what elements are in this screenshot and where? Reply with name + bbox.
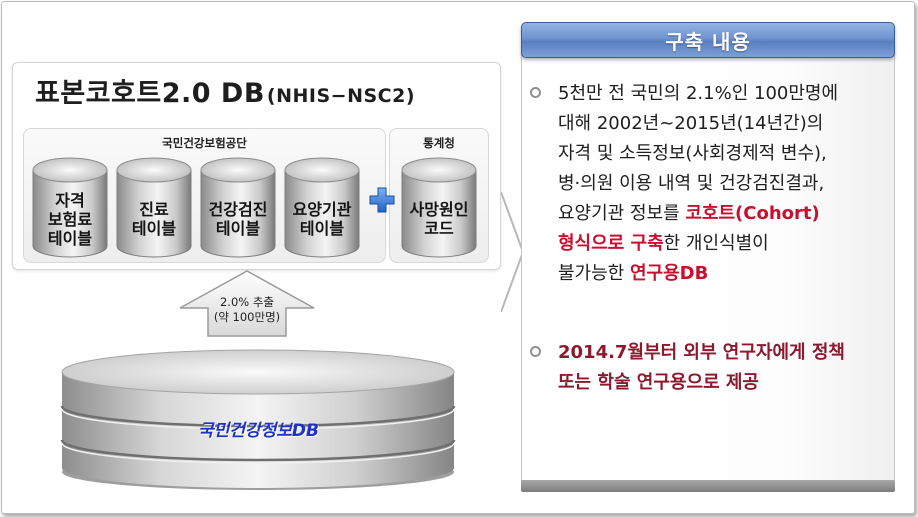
- plus-icon: [369, 187, 395, 213]
- bullet-text: 5천만 전 국민의 2.1%인 100만명에 대해 2002년~2015년(14…: [558, 79, 838, 289]
- highlight-text: 코호트(Cohort): [685, 203, 820, 224]
- bullet-icon: [530, 87, 541, 98]
- db-table-1: 진료 테이블: [115, 156, 193, 259]
- source-db-label: 국민건강정보DB: [198, 421, 319, 441]
- bullet1-text-part: 요양기관 정보를: [558, 203, 686, 224]
- bullet2-line: 2014.7월부터 외부 연구자에게 정책: [558, 342, 845, 363]
- database-table-label: 진료 테이블: [131, 200, 177, 238]
- content-body: 5천만 전 국민의 2.1%인 100만명에 대해 2002년~2015년(14…: [521, 32, 895, 487]
- slide-frame: 표본코호트2.0 DB (NHIS−NSC2) 국민건강보험공단 통계청 자격 보…: [1, 1, 915, 514]
- title-main: 표본코호트2.0 DB: [35, 78, 265, 109]
- bullet1-line: 병·의원 이용 내역 및 건강검진결과,: [558, 173, 825, 194]
- bullet1-text-part: 한 개인식별이: [663, 233, 769, 254]
- cohort-db-panel: 표본코호트2.0 DB (NHIS−NSC2) 국민건강보험공단 통계청 자격 보…: [12, 62, 501, 270]
- highlight-text: 형식으로 구축: [558, 233, 664, 254]
- bullet1-line: 5천만 전 국민의 2.1%인 100만명에: [558, 83, 839, 104]
- database-table-label: 요양기관 테이블: [292, 200, 352, 238]
- extract-ratio-line1: 2.0% 추출: [219, 295, 275, 309]
- extract-ratio-label: 2.0% 추출 (약 100만명): [192, 295, 302, 325]
- bullet2-line: 또는 학술 연구용으로 제공: [558, 372, 759, 393]
- highlight-text: 연구용DB: [629, 263, 709, 284]
- database-table-label: 자격 보험료 테이블: [47, 190, 93, 248]
- database-table-label: 건강검진 테이블: [208, 200, 268, 238]
- content-header-title: 구축 내용: [665, 29, 751, 54]
- bullet1-line: 형식으로 구축한 개인식별이: [558, 229, 838, 259]
- bullet-text: 2014.7월부터 외부 연구자에게 정책 또는 학술 연구용으로 제공: [558, 338, 845, 398]
- bullet1-line: 요양기관 정보를 코호트(Cohort): [558, 199, 838, 229]
- db-table-2: 건강검진 테이블: [199, 156, 277, 259]
- extract-ratio-line2: (약 100만명): [213, 310, 281, 324]
- list-item: 2014.7월부터 외부 연구자에게 정책 또는 학술 연구용으로 제공: [530, 338, 890, 398]
- title-sub: (NHIS−NSC2): [266, 85, 416, 107]
- bullet-icon: [530, 346, 541, 357]
- bullet1-line: 자격 및 소득정보(사회경제적 변수),: [558, 143, 827, 164]
- db-table-0: 자격 보험료 테이블: [31, 156, 109, 259]
- bullet1-line: 불가능한 연구용DB: [558, 259, 838, 289]
- content-panel: 5천만 전 국민의 2.1%인 100만명에 대해 2002년~2015년(14…: [521, 22, 895, 492]
- nhis-group-label: 국민건강보험공단: [162, 136, 247, 150]
- content-header: 구축 내용: [521, 22, 895, 58]
- content-footer-bar: [521, 480, 895, 492]
- bullet1-text-part: 불가능한: [558, 263, 630, 284]
- db-table-cause-of-death: 사망원인 코드: [400, 156, 478, 259]
- bullet1-line: 대해 2002년~2015년(14년간)의: [558, 113, 824, 134]
- list-item: 5천만 전 국민의 2.1%인 100만명에 대해 2002년~2015년(14…: [530, 79, 890, 289]
- statistics-group-label: 통계청: [423, 136, 455, 150]
- database-table-label: 사망원인 코드: [409, 200, 469, 238]
- page-title: 표본코호트2.0 DB (NHIS−NSC2): [35, 71, 415, 110]
- db-table-3: 요양기관 테이블: [283, 156, 361, 259]
